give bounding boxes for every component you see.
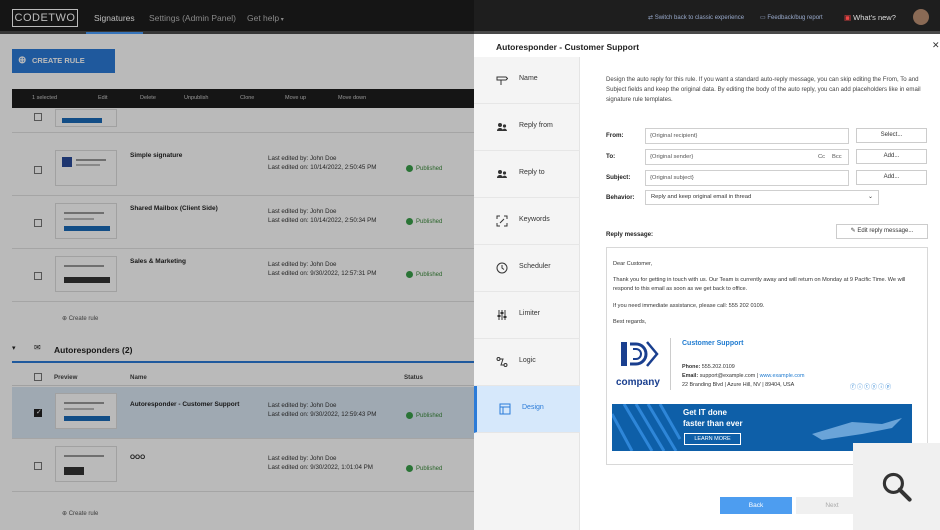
users-icon xyxy=(497,170,507,178)
switch-icon: ⇄ xyxy=(648,15,655,21)
to-value: {Original sender} xyxy=(650,154,694,160)
feedback-link[interactable]: ▭ Feedback/bug report xyxy=(760,0,823,34)
switch-classic-label: Switch back to classic experience xyxy=(654,15,745,21)
design-icon xyxy=(499,403,511,415)
msg-urgent: If you need immediate assistance, please… xyxy=(613,303,765,309)
nav-item-reply-from[interactable]: Reply from xyxy=(474,104,580,151)
feedback-label: Feedback/bug report xyxy=(767,15,823,21)
nav-item-scheduler[interactable]: Scheduler xyxy=(474,245,580,292)
learn-more-button[interactable]: LEARN MORE xyxy=(684,433,741,445)
panel-title: Autoresponder - Customer Support xyxy=(496,42,640,52)
wizard-nav: Name Reply from Reply to Keywords Schedu… xyxy=(474,57,580,530)
design-description: Design the auto reply for this rule. If … xyxy=(606,76,921,103)
nav-item-design[interactable]: Design xyxy=(474,386,580,433)
to-field[interactable]: {Original sender} Cc Bcc xyxy=(645,149,849,165)
social-icons: ⓕⓘⓣⓨⓘⓟ xyxy=(850,382,892,391)
reply-message-label: Reply message: xyxy=(606,231,654,238)
signpost-icon xyxy=(496,76,508,85)
behavior-value: Reply and keep original email in thread xyxy=(651,194,752,200)
signature-address: 22 Branding Blvd | Azure Hill, NV | 8940… xyxy=(682,382,795,388)
keywords-icon xyxy=(496,215,508,227)
add-to-button[interactable]: Add... xyxy=(856,149,927,164)
twitter-icon[interactable]: ⓣ xyxy=(864,385,871,391)
signature-name: Customer Support xyxy=(682,340,744,347)
zoom-button[interactable] xyxy=(853,443,940,530)
phone-value: 555.202.0109 xyxy=(701,364,735,370)
nav-label: Scheduler xyxy=(519,263,551,270)
email-label: Email: xyxy=(682,373,699,379)
nav-label: Logic xyxy=(519,357,536,364)
behavior-select[interactable]: Reply and keep original email in thread ⌄ xyxy=(645,190,879,205)
switch-classic-link[interactable]: ⇄ Switch back to classic experience xyxy=(648,0,744,34)
from-label: From: xyxy=(606,132,624,139)
whats-new-link[interactable]: ▣ What's new? xyxy=(844,0,896,34)
back-button[interactable]: Back xyxy=(720,497,792,514)
nav-label: Limiter xyxy=(519,310,541,317)
reply-message-preview[interactable]: Dear Customer, Thank you for getting in … xyxy=(606,247,928,465)
banner-line1: Get IT done xyxy=(683,408,727,417)
msg-greeting: Dear Customer, xyxy=(613,261,653,267)
pinterest-icon[interactable]: ⓟ xyxy=(885,385,892,391)
bcc-button[interactable]: Bcc xyxy=(832,150,842,164)
nav-label: Name xyxy=(519,75,538,82)
modal-backdrop[interactable] xyxy=(0,0,474,530)
logic-icon xyxy=(496,357,508,367)
close-icon[interactable]: ✕ xyxy=(932,40,940,51)
magnifier-icon xyxy=(882,472,912,502)
app-window: CODETWO Signatures Settings (Admin Panel… xyxy=(0,0,940,530)
to-label: To: xyxy=(606,153,616,160)
avatar[interactable] xyxy=(913,9,929,25)
clock-icon xyxy=(496,262,508,274)
whats-new-label: What's new? xyxy=(853,13,896,22)
from-field[interactable]: {Original recipient} xyxy=(645,128,849,144)
company-logo-icon xyxy=(621,341,659,367)
behavior-label: Behavior: xyxy=(606,194,635,201)
sliders-icon xyxy=(497,310,507,320)
nav-label: Keywords xyxy=(519,216,550,223)
nav-item-reply-to[interactable]: Reply to xyxy=(474,151,580,198)
nav-label: Reply to xyxy=(519,169,545,176)
users-icon xyxy=(497,123,507,131)
edit-reply-label: Edit reply message... xyxy=(857,228,914,234)
nav-label: Reply from xyxy=(519,122,553,129)
nav-item-name[interactable]: Name xyxy=(474,57,580,104)
company-wordmark: company xyxy=(616,377,660,388)
edit-reply-button[interactable]: ✎ Edit reply message... xyxy=(836,224,928,239)
msg-closing: Best regards, xyxy=(613,319,647,325)
signature-divider xyxy=(670,338,671,390)
add-subject-button[interactable]: Add... xyxy=(856,170,927,185)
cc-button[interactable]: Cc xyxy=(818,150,825,164)
separator: | xyxy=(756,373,759,379)
signature-email-line: Email: support@example.com | www.example… xyxy=(682,373,805,379)
banner-line2: faster than ever xyxy=(683,419,743,428)
nav-label: Design xyxy=(522,404,544,411)
msg-body: Thank you for getting in touch with us. … xyxy=(613,277,906,292)
gift-icon: ▣ xyxy=(844,13,854,22)
nav-item-limiter[interactable]: Limiter xyxy=(474,292,580,339)
signature-phone: Phone: 555.202.0109 xyxy=(682,364,735,370)
subject-field[interactable]: {Original subject} xyxy=(645,170,849,186)
email-value[interactable]: support@example.com xyxy=(700,373,756,379)
website-link[interactable]: www.example.com xyxy=(760,373,805,379)
subject-label: Subject: xyxy=(606,174,631,181)
facebook-icon[interactable]: ⓕ xyxy=(850,385,857,391)
phone-label: Phone: xyxy=(682,364,701,370)
youtube-icon[interactable]: ⓨ xyxy=(871,385,878,391)
nav-item-logic[interactable]: Logic xyxy=(474,339,580,386)
select-button[interactable]: Select... xyxy=(856,128,927,143)
chevron-down-icon: ⌄ xyxy=(867,194,873,200)
nav-item-keywords[interactable]: Keywords xyxy=(474,198,580,245)
linkedin-icon[interactable]: ⓘ xyxy=(857,385,864,391)
